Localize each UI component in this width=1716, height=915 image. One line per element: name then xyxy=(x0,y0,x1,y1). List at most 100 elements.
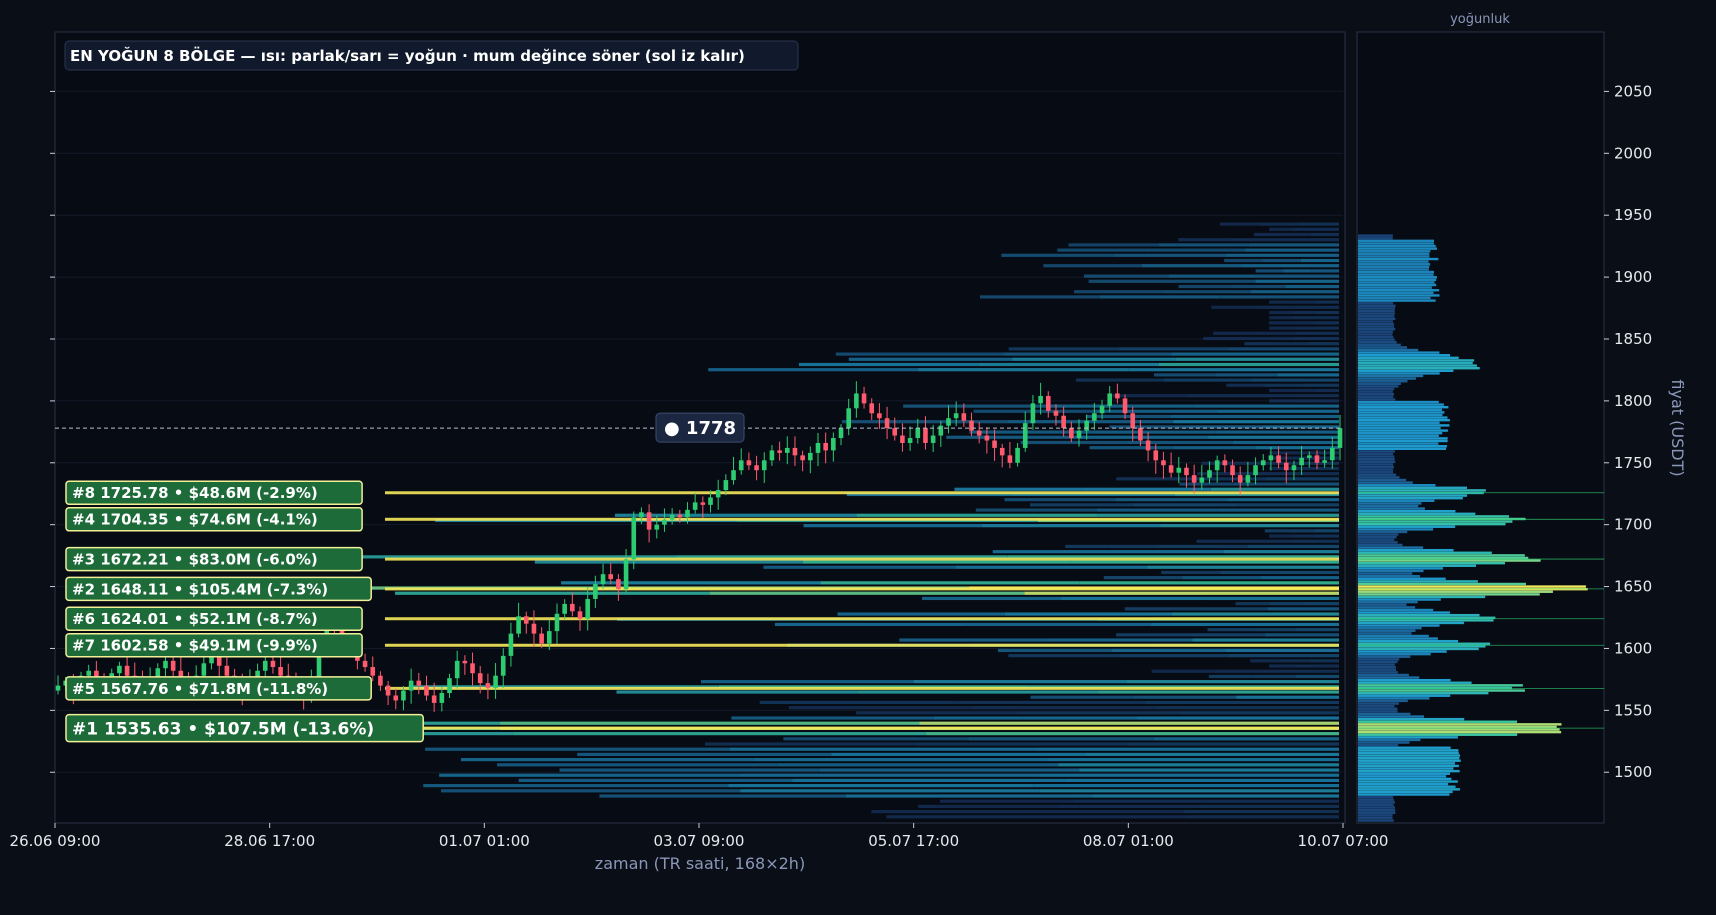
heat-band xyxy=(1205,799,1339,803)
profile-bar xyxy=(1358,387,1395,391)
profile-bar xyxy=(1358,354,1451,357)
profile-bar xyxy=(1358,723,1562,726)
profile-bar xyxy=(1358,489,1486,492)
profile-bar xyxy=(1358,647,1479,651)
profile-bar xyxy=(1358,780,1458,783)
profile-bar xyxy=(1358,346,1408,349)
heat-band xyxy=(1112,394,1189,398)
heat-band xyxy=(518,778,793,783)
candle-body xyxy=(1199,477,1205,483)
heat-band xyxy=(1061,596,1201,601)
candle-body xyxy=(692,502,698,510)
heat-band xyxy=(1196,607,1268,611)
heat-band xyxy=(1155,706,1339,710)
heat-band xyxy=(705,742,917,746)
profile-bar xyxy=(1358,611,1450,614)
profile-bar xyxy=(1358,629,1416,632)
candle-body xyxy=(654,524,660,530)
heat-band xyxy=(969,430,1093,434)
heat-band xyxy=(1153,373,1216,377)
profile-bar xyxy=(1358,348,1419,352)
candle-body xyxy=(1138,428,1143,441)
heat-band xyxy=(1269,388,1293,393)
profile-bar xyxy=(1358,608,1434,612)
profile-bar xyxy=(1358,767,1454,770)
candle-body xyxy=(562,603,567,614)
heat-band xyxy=(1133,695,1237,699)
candle-body xyxy=(831,438,836,451)
heat-band xyxy=(1259,222,1300,226)
candle-body xyxy=(1069,428,1074,439)
heat-band xyxy=(1250,290,1339,294)
profile-bar xyxy=(1358,299,1436,302)
candle-body xyxy=(1314,455,1320,463)
candle-body xyxy=(1245,475,1251,483)
heat-band xyxy=(1276,669,1339,673)
y-tick-label: 1650 xyxy=(1614,578,1652,596)
profile-bar xyxy=(1358,338,1395,341)
heat-band xyxy=(788,706,973,710)
candle-body xyxy=(608,574,614,580)
profile-bar xyxy=(1358,325,1395,328)
profile-bar xyxy=(1358,699,1408,703)
heat-band xyxy=(1003,352,1172,356)
profile-bar xyxy=(1358,481,1413,484)
heat-band xyxy=(1008,347,1119,351)
heat-band xyxy=(1279,659,1310,663)
heat-band xyxy=(1307,342,1339,346)
heat-band xyxy=(1173,420,1339,424)
y-tick-label: 1550 xyxy=(1614,701,1652,719)
heat-band xyxy=(1244,472,1292,476)
candle-body xyxy=(930,435,936,443)
heat-band xyxy=(1096,508,1218,512)
candle-body xyxy=(1045,395,1051,411)
candle-body xyxy=(677,514,683,518)
heat-band xyxy=(1292,321,1316,325)
profile-bar xyxy=(1358,658,1400,661)
heat-band xyxy=(709,591,1025,595)
profile-bar xyxy=(1358,673,1409,677)
heat-band xyxy=(1065,544,1157,549)
candle-body xyxy=(1214,460,1220,471)
heat-band xyxy=(1196,539,1245,543)
heat-band xyxy=(1251,378,1339,382)
heat-band xyxy=(871,810,1028,814)
heat-band xyxy=(1291,539,1339,543)
heat-band xyxy=(1175,357,1339,361)
candle-body xyxy=(946,418,951,426)
profile-bar xyxy=(1358,447,1447,450)
x-axis-label: zaman (TR saati, 168×2h) xyxy=(595,854,805,873)
heat-band xyxy=(441,789,741,793)
heat-band xyxy=(500,721,920,725)
candle-body xyxy=(462,660,468,664)
profile-bar xyxy=(1358,250,1431,253)
profile-bar xyxy=(1358,642,1491,645)
heat-band xyxy=(1254,274,1339,278)
heat-band xyxy=(439,773,740,777)
candle-body xyxy=(1015,447,1020,463)
candle-body xyxy=(907,438,913,443)
profile-bar xyxy=(1358,473,1397,476)
profile-bar xyxy=(1358,746,1451,749)
heat-band xyxy=(918,804,1059,809)
heat-band xyxy=(1116,498,1228,502)
candle-body xyxy=(823,442,828,451)
candle-body xyxy=(362,660,368,668)
profile-bar xyxy=(1358,808,1396,812)
candle-body xyxy=(593,584,598,599)
heat-band xyxy=(1004,612,1172,616)
candle-body xyxy=(539,633,544,644)
heat-band xyxy=(1235,602,1270,606)
x-tick-label: 03.07 09:00 xyxy=(654,832,745,850)
heat-band xyxy=(1178,238,1232,242)
candle-body xyxy=(639,512,644,518)
heat-band xyxy=(1211,305,1254,309)
heat-band xyxy=(1197,472,1245,476)
heat-band xyxy=(1269,399,1293,403)
profile-bar xyxy=(1358,782,1449,786)
heat-band xyxy=(856,513,1098,517)
profile-bar xyxy=(1358,504,1419,508)
heat-band xyxy=(1126,680,1339,684)
heat-band xyxy=(831,752,1086,757)
profile-bar xyxy=(1358,286,1432,289)
